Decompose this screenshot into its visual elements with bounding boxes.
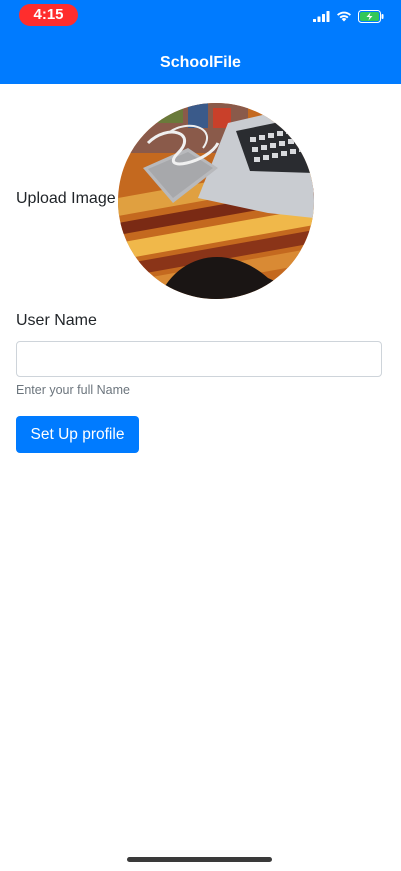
- username-help-text: Enter your full Name: [16, 383, 130, 397]
- page-title: SchoolFile: [160, 54, 241, 71]
- profile-photo: [118, 103, 314, 299]
- username-input[interactable]: [16, 341, 382, 377]
- home-indicator[interactable]: [127, 857, 272, 862]
- nav-bar: SchoolFile: [0, 38, 401, 84]
- status-icons: [313, 9, 384, 23]
- battery-charging-icon: [358, 9, 384, 23]
- profile-image-picker[interactable]: [118, 103, 314, 299]
- set-up-profile-button[interactable]: Set Up profile: [16, 416, 139, 453]
- upload-image-label: Upload Image: [16, 190, 116, 207]
- username-label: User Name: [16, 312, 97, 329]
- cellular-signal-icon: [313, 10, 330, 22]
- status-time: 4:15: [19, 4, 78, 26]
- status-bar: 4:15: [0, 0, 401, 38]
- wifi-icon: [337, 11, 351, 22]
